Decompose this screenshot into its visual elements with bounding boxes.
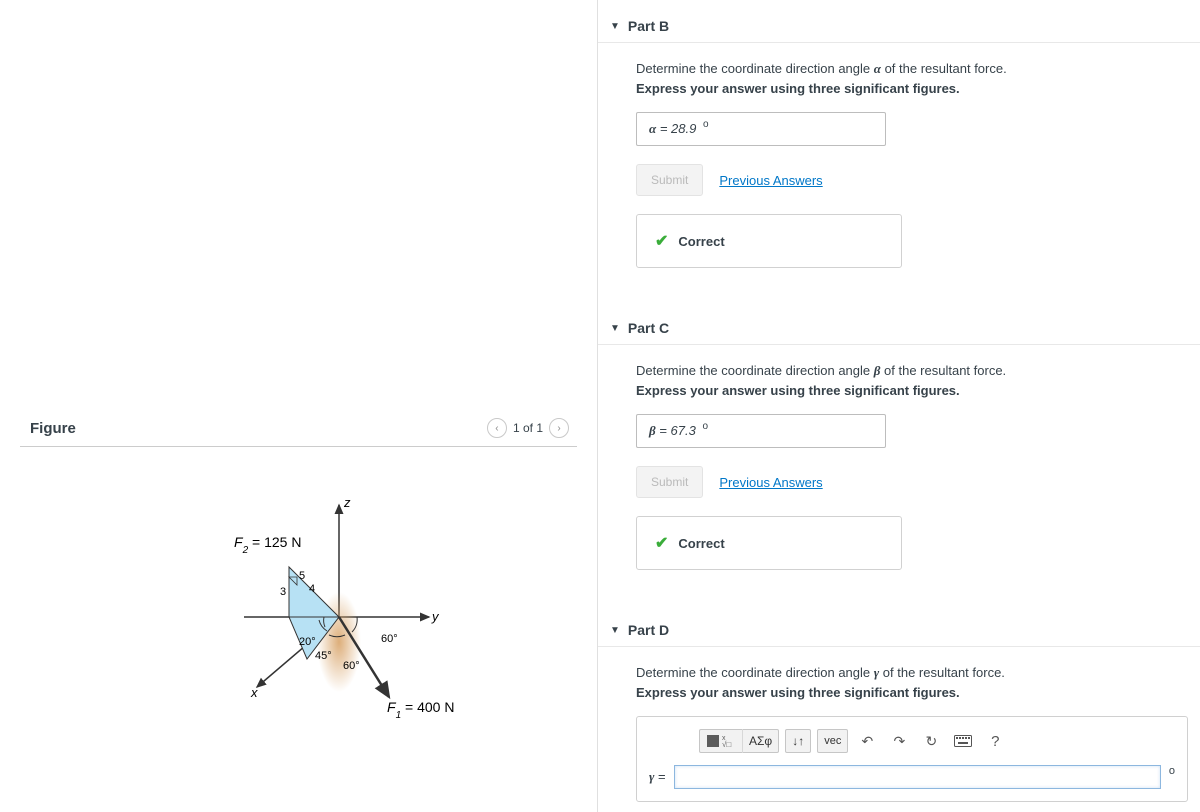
part-d-answer-row: γ = o	[649, 765, 1175, 789]
pager-next[interactable]: ›	[549, 418, 569, 438]
part-c-feedback: ✔ Correct	[636, 516, 902, 570]
part-b-header[interactable]: ▼ Part B	[598, 10, 1200, 43]
part-c-prev-answers[interactable]: Previous Answers	[719, 475, 822, 490]
pager-text: 1 of 1	[513, 421, 543, 435]
part-d-input[interactable]	[674, 765, 1161, 789]
svg-text:60°: 60°	[343, 660, 360, 672]
svg-text:60°: 60°	[381, 633, 398, 645]
part-c-prompt: Determine the coordinate direction angle…	[636, 363, 1188, 379]
part-c: ▼ Part C Determine the coordinate direct…	[598, 312, 1200, 604]
right-column: ▼ Part B Determine the coordinate direct…	[598, 0, 1200, 812]
part-b: ▼ Part B Determine the coordinate direct…	[598, 10, 1200, 302]
svg-text:4: 4	[309, 583, 315, 595]
svg-text:F1 = 400 N: F1 = 400 N	[387, 699, 454, 721]
tool-group-1: x√□ ΑΣφ	[699, 729, 779, 753]
chevron-down-icon: ▼	[610, 625, 620, 636]
part-c-hint: Express your answer using three signific…	[636, 383, 1188, 398]
svg-text:5: 5	[299, 570, 305, 582]
part-c-title: Part C	[628, 320, 669, 336]
check-icon: ✔	[655, 231, 668, 251]
part-b-submit[interactable]: Submit	[636, 164, 703, 196]
figure-header: Figure ‹ 1 of 1 ›	[20, 410, 577, 447]
pager-prev[interactable]: ‹	[487, 418, 507, 438]
left-column: Figure ‹ 1 of 1 ›	[0, 0, 598, 812]
part-d-title: Part D	[628, 622, 669, 638]
svg-text:45°: 45°	[315, 650, 332, 662]
tool-group-2: ↓↑	[785, 729, 811, 753]
svg-text:z: z	[343, 495, 351, 510]
greek-tool[interactable]: ΑΣφ	[742, 729, 778, 753]
part-d: ▼ Part D Determine the coordinate direct…	[598, 614, 1200, 812]
figure-title: Figure	[30, 420, 76, 437]
part-c-submit[interactable]: Submit	[636, 466, 703, 498]
part-d-unit: o	[1169, 765, 1175, 777]
part-d-header[interactable]: ▼ Part D	[598, 614, 1200, 647]
redo-icon[interactable]: ↷	[886, 729, 912, 753]
part-b-answer: α = 28.9 o	[636, 112, 886, 146]
part-d-input-panel: x√□ ΑΣφ ↓↑ vec ↶ ↷ ↻	[636, 716, 1188, 802]
svg-text:20°: 20°	[299, 636, 316, 648]
chevron-down-icon: ▼	[610, 21, 620, 32]
part-d-var: γ =	[649, 769, 666, 785]
part-c-header[interactable]: ▼ Part C	[598, 312, 1200, 345]
part-b-hint: Express your answer using three signific…	[636, 81, 1188, 96]
part-b-title: Part B	[628, 18, 669, 34]
equation-toolbar: x√□ ΑΣφ ↓↑ vec ↶ ↷ ↻	[699, 729, 1175, 753]
part-c-answer: β = 67.3 o	[636, 414, 886, 448]
chevron-down-icon: ▼	[610, 323, 620, 334]
part-d-hint: Express your answer using three signific…	[636, 685, 1188, 700]
part-d-prompt: Determine the coordinate direction angle…	[636, 665, 1188, 681]
reset-icon[interactable]: ↻	[918, 729, 944, 753]
undo-icon[interactable]: ↶	[854, 729, 880, 753]
keyboard-icon[interactable]	[950, 729, 976, 753]
part-b-feedback: ✔ Correct	[636, 214, 902, 268]
svg-text:√□: √□	[722, 740, 731, 748]
check-icon: ✔	[655, 533, 668, 553]
figure-panel: Figure ‹ 1 of 1 ›	[20, 410, 577, 747]
vec-tool[interactable]: vec	[818, 729, 847, 753]
part-b-prev-answers[interactable]: Previous Answers	[719, 173, 822, 188]
svg-text:y: y	[431, 609, 440, 624]
svg-text:x: x	[250, 685, 258, 700]
figure-diagram: z y x F2 = 125 N F1 = 400 N 3 4 5 20° 45…	[139, 487, 459, 747]
tool-group-3: vec	[817, 729, 848, 753]
help-icon[interactable]: ?	[982, 729, 1008, 753]
template-tool[interactable]: x√□	[700, 729, 742, 753]
figure-pager: ‹ 1 of 1 ›	[487, 418, 569, 438]
svg-text:3: 3	[280, 586, 286, 598]
arrows-tool[interactable]: ↓↑	[786, 729, 810, 753]
svg-text:F2 = 125 N: F2 = 125 N	[234, 534, 301, 556]
part-b-prompt: Determine the coordinate direction angle…	[636, 61, 1188, 77]
